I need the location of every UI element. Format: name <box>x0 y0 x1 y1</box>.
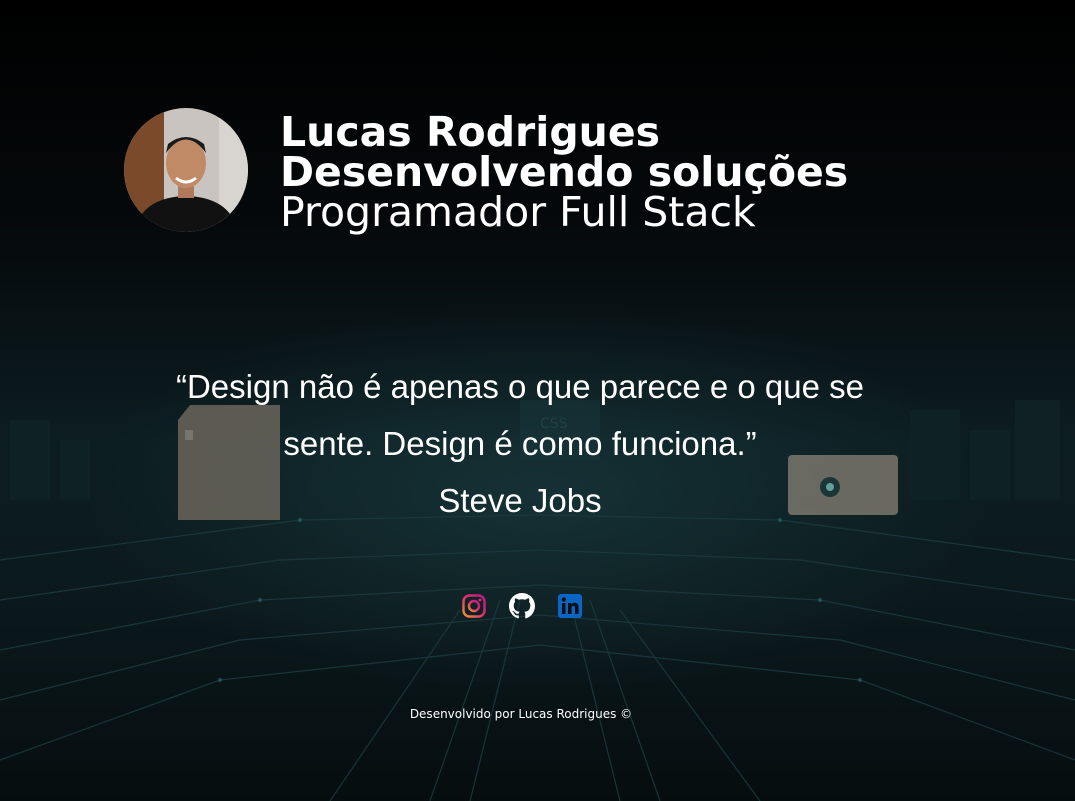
avatar-photo <box>124 108 248 232</box>
github-link[interactable] <box>509 593 535 619</box>
social-links <box>461 593 583 619</box>
profile-role: Programador Full Stack <box>280 188 756 236</box>
linkedin-link[interactable] <box>557 593 583 619</box>
avatar <box>124 108 248 232</box>
quote-block: “Design não é apenas o que parece e o qu… <box>150 358 890 529</box>
quote-author: Steve Jobs <box>438 482 602 519</box>
quote-text: “Design não é apenas o que parece e o qu… <box>175 368 864 462</box>
github-icon <box>509 593 535 619</box>
footer-text: Desenvolvido por Lucas Rodrigues © <box>409 707 633 721</box>
instagram-link[interactable] <box>461 593 487 619</box>
instagram-icon <box>462 594 486 618</box>
profile-name: Lucas Rodrigues <box>280 108 661 156</box>
profile-header: Lucas Rodrigues Desenvolvendo soluções P… <box>124 108 849 236</box>
title-block: Lucas Rodrigues Desenvolvendo soluções P… <box>280 108 849 236</box>
footer: Desenvolvido por Lucas Rodrigues © <box>0 707 1042 721</box>
profile-tagline: Desenvolvendo soluções <box>280 148 849 196</box>
linkedin-icon <box>558 594 582 618</box>
